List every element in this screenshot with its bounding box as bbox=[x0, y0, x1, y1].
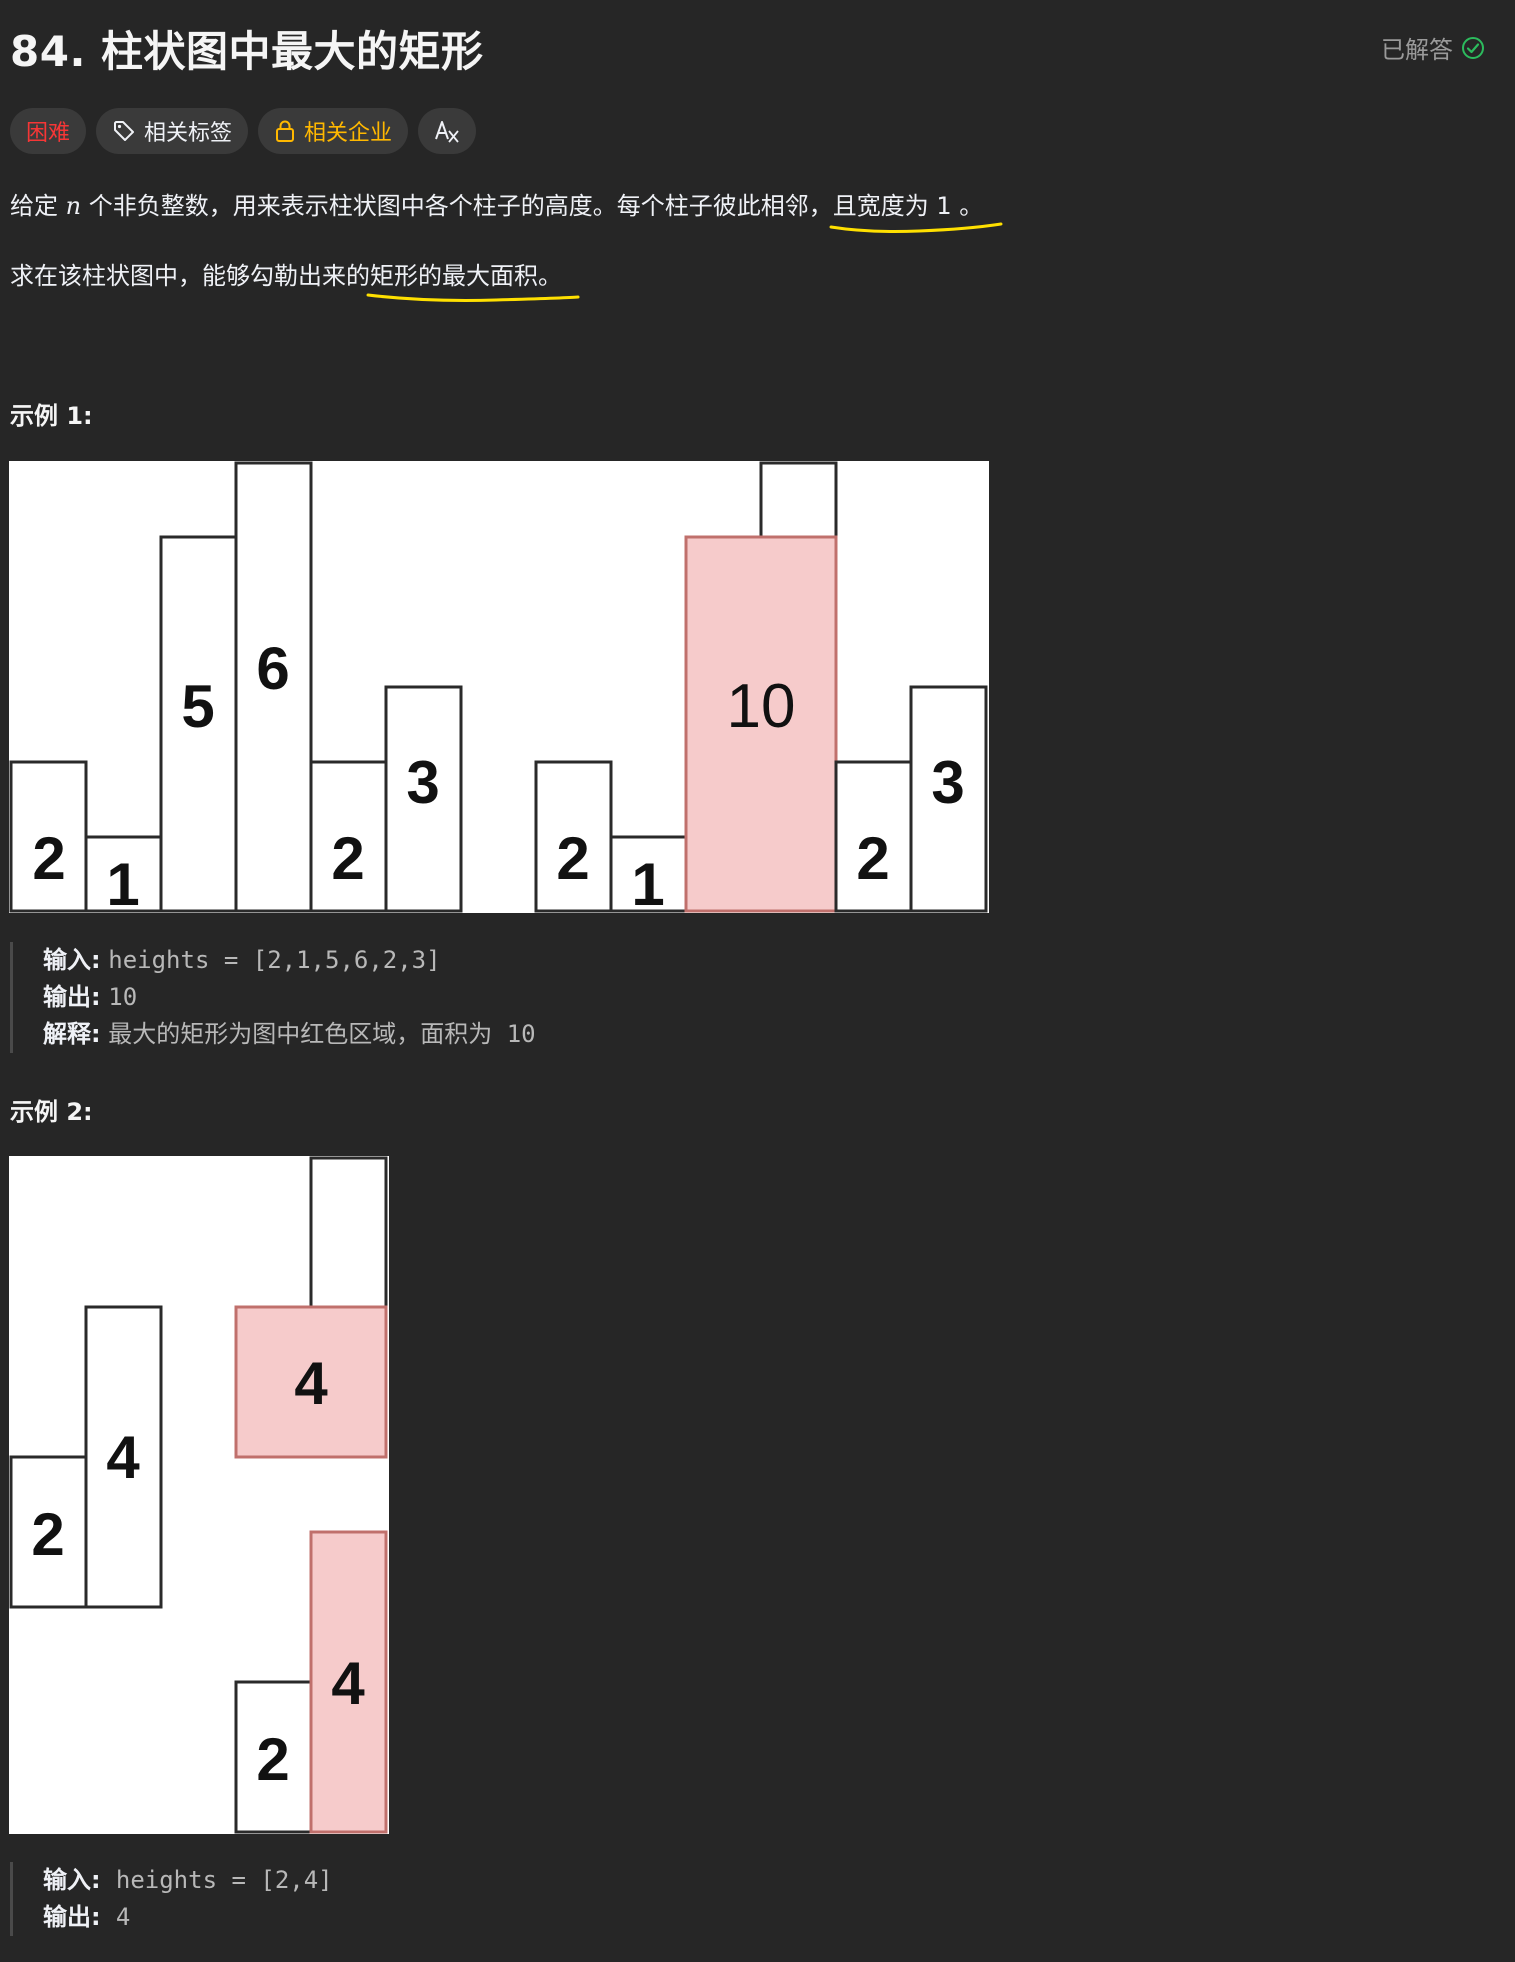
example-1-output: 输出: 10 bbox=[43, 983, 138, 1011]
difficulty-tag[interactable]: 困难 bbox=[10, 108, 87, 154]
translate-icon bbox=[434, 118, 460, 144]
translate-tag[interactable] bbox=[418, 108, 477, 154]
svg-text:2: 2 bbox=[331, 825, 364, 892]
svg-text:2: 2 bbox=[32, 825, 65, 892]
description-line-1: 给定 n 个非负整数，用来表示柱状图中各个柱子的高度。每个柱子彼此相邻，且宽度为… bbox=[10, 186, 1003, 233]
description-line-2: 求在该柱状图中，能够勾勒出来的矩形的最大面积。 bbox=[10, 256, 580, 302]
related-topics-tag[interactable]: 相关标签 bbox=[96, 108, 249, 154]
example-1-io: 输入: heights = [2,1,5,6,2,3] 输出: 10 解释: 最… bbox=[10, 942, 536, 1053]
desc-text: 个非负整数，用来表示柱状图中各个柱子的高度。每个柱子彼此相邻， bbox=[81, 192, 833, 220]
example-1-explanation: 解释: 最大的矩形为图中红色区域，面积为 10 bbox=[43, 1020, 536, 1048]
problem-title: 84. 柱状图中最大的矩形 bbox=[10, 27, 484, 76]
svg-text:3: 3 bbox=[931, 749, 964, 816]
desc-text: 给定 bbox=[10, 192, 66, 220]
svg-text:2: 2 bbox=[556, 825, 589, 892]
desc-variable-n: n bbox=[65, 192, 82, 220]
svg-text:3: 3 bbox=[406, 749, 439, 816]
example-2-input: 输入: heights = [2,4] bbox=[43, 1866, 333, 1894]
check-circle-icon bbox=[1461, 36, 1485, 60]
svg-text:1: 1 bbox=[631, 851, 664, 913]
tag-icon bbox=[112, 119, 136, 143]
svg-text:2: 2 bbox=[856, 825, 889, 892]
difficulty-label: 困难 bbox=[26, 121, 71, 146]
related-topics-label: 相关标签 bbox=[144, 121, 233, 146]
svg-text:10: 10 bbox=[727, 672, 796, 741]
example-2-heading: 示例 2: bbox=[10, 1098, 93, 1126]
example-1-histogram: 2 1 5 6 2 3 2 1 10 2 3 bbox=[9, 461, 989, 913]
solved-label: 已解答 bbox=[1381, 36, 1453, 64]
tag-row: 困难 相关标签 相关企业 bbox=[10, 108, 477, 154]
svg-text:2: 2 bbox=[256, 1726, 289, 1793]
desc-text: 求在该柱状图中，能够勾勒出来的 bbox=[10, 262, 370, 290]
svg-text:2: 2 bbox=[31, 1501, 64, 1568]
underlined-max-area: 矩形的最大面积。 bbox=[366, 256, 580, 302]
svg-text:4: 4 bbox=[294, 1350, 328, 1417]
svg-text:6: 6 bbox=[256, 635, 289, 702]
example-2-io: 输入: heights = [2,4] 输出: 4 bbox=[10, 1862, 333, 1936]
example-2-histogram: 2 4 4 2 4 bbox=[9, 1156, 389, 1834]
svg-text:4: 4 bbox=[331, 1650, 365, 1717]
svg-text:5: 5 bbox=[181, 673, 214, 740]
example-1-heading: 示例 1: bbox=[10, 402, 93, 430]
related-companies-label: 相关企业 bbox=[304, 121, 393, 146]
example-2-output: 输出: 4 bbox=[43, 1903, 131, 1931]
related-companies-tag[interactable]: 相关企业 bbox=[258, 108, 409, 154]
underlined-width-note: 且宽度为 1 。 bbox=[829, 186, 1003, 233]
svg-text:4: 4 bbox=[106, 1424, 140, 1491]
svg-text:1: 1 bbox=[106, 851, 139, 913]
solved-status: 已解答 bbox=[1381, 30, 1485, 65]
lock-icon bbox=[274, 119, 296, 143]
example-1-input: 输入: heights = [2,1,5,6,2,3] bbox=[43, 946, 441, 974]
